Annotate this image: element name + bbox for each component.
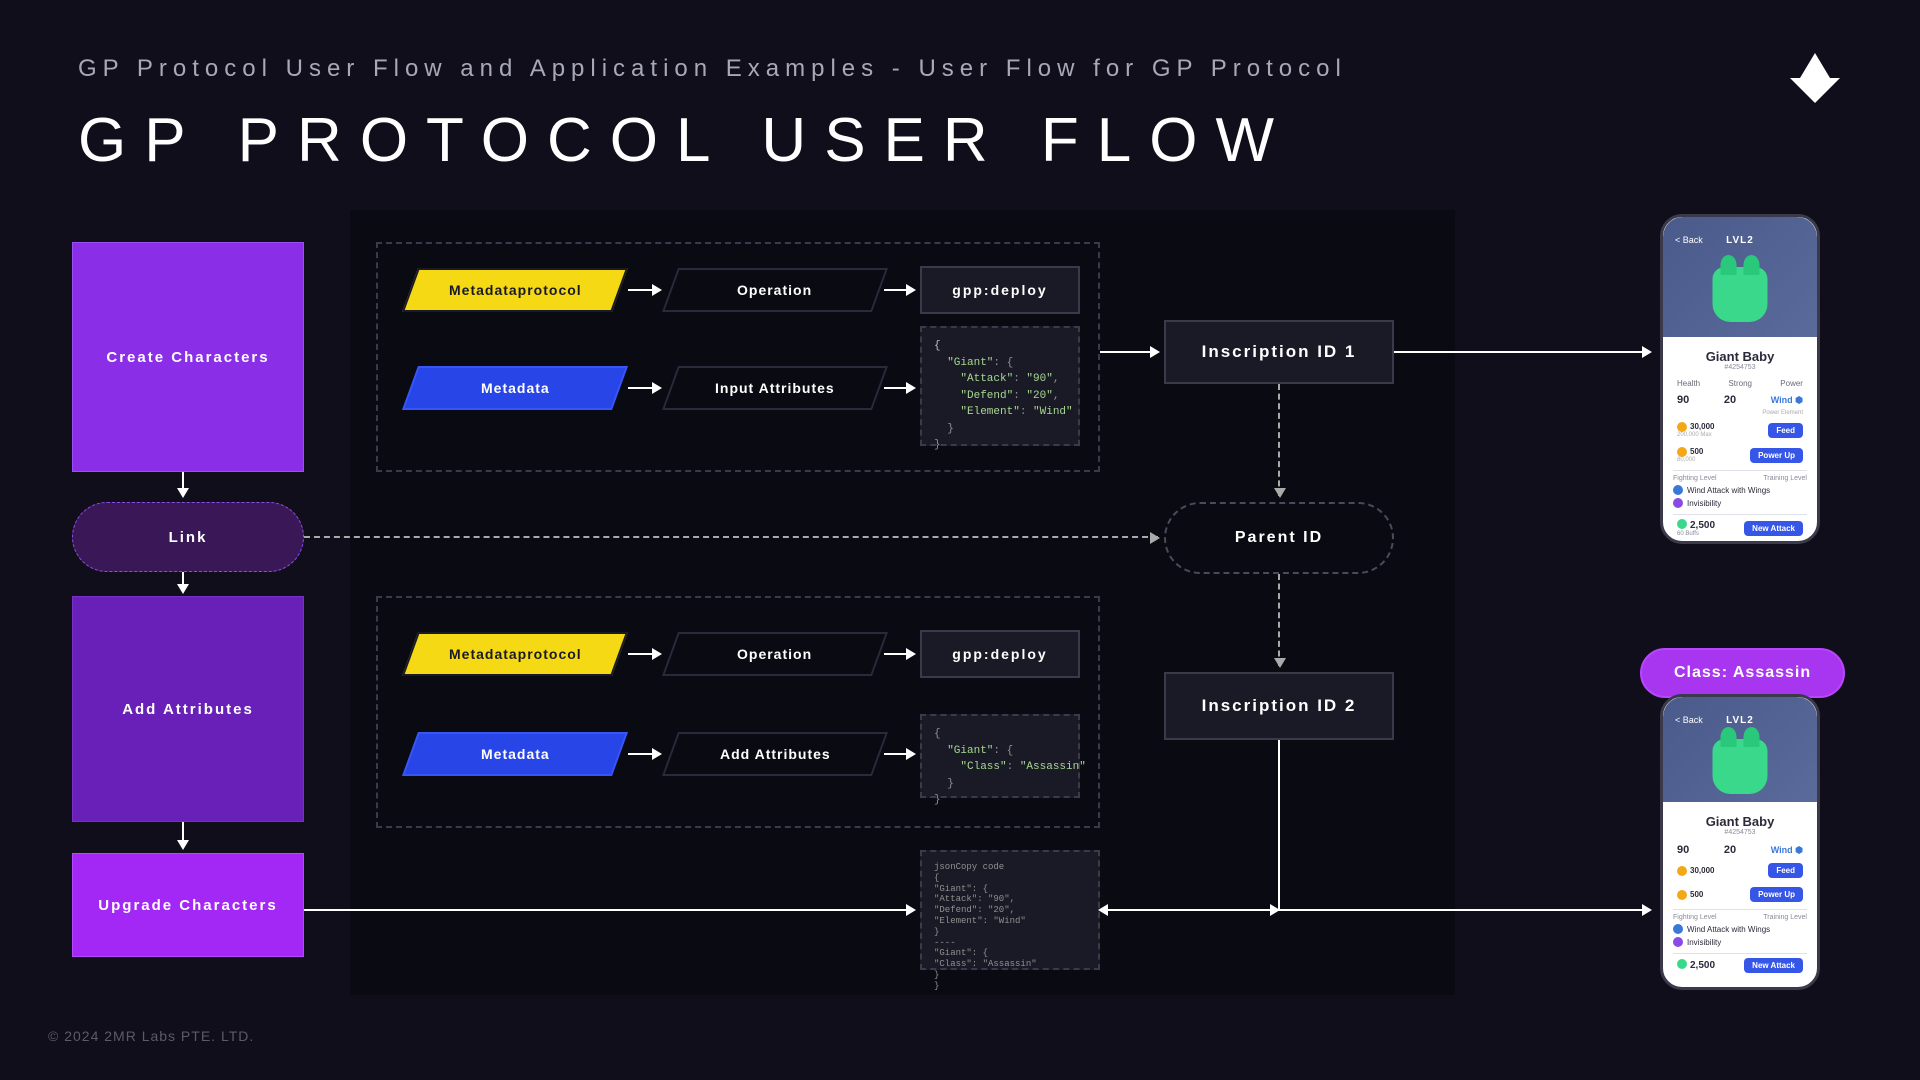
phone-name-2: Giant Baby: [1673, 814, 1807, 829]
inscription-1-label: Inscription ID 1: [1202, 342, 1357, 362]
code-block-1: { "Giant": { "Attack": "90", "Defend": "…: [920, 326, 1080, 446]
phone-skill2-2: Invisibility: [1687, 938, 1721, 947]
metadata-tag-1: Metadata: [402, 366, 628, 410]
inscription-1-box: Inscription ID 1: [1164, 320, 1394, 384]
phone-skill1-1: Wind Attack with Wings: [1687, 486, 1770, 495]
parent-id-label: Parent ID: [1235, 529, 1323, 547]
powerup-button-2: Power Up: [1750, 887, 1803, 902]
add-attributes-box: Add Attributes: [72, 596, 304, 822]
arrow-insc1-parent: [1278, 384, 1280, 496]
input-attrs-tag-1: Input Attributes: [662, 366, 888, 410]
parent-id-pill: Parent ID: [1164, 502, 1394, 574]
create-characters-box: Create Characters: [72, 242, 304, 472]
phone-mockup-2: < Back LVL2 Giant Baby #4254753 90 20 Wi…: [1660, 694, 1820, 990]
operation-label-1: Operation: [737, 282, 812, 298]
metadata-label-1: Metadata: [481, 380, 550, 396]
phone-element-2: Wind: [1771, 845, 1793, 855]
new-attack-button-2: New Attack: [1744, 958, 1803, 973]
phone-skill2-1: Invisibility: [1687, 499, 1721, 508]
code-block-2: { "Giant": { "Class": "Assassin" } }: [920, 714, 1080, 798]
arrow-attrs2-code: [884, 753, 914, 755]
inscription-2-box: Inscription ID 2: [1164, 672, 1394, 740]
upgrade-characters-label: Upgrade Characters: [98, 897, 277, 914]
page-subtitle: GP Protocol User Flow and Application Ex…: [78, 55, 1347, 83]
protocol-tag-2: Metadataprotocol: [402, 632, 628, 676]
class-badge: Class: Assassin: [1640, 648, 1845, 698]
page-title: GP PROTOCOL USER FLOW: [78, 105, 1292, 176]
phone-lvl-2: LVL2: [1726, 715, 1754, 726]
arrow-meta2-attrs: [628, 753, 660, 755]
phone-coin2-2: 500: [1690, 890, 1703, 899]
line-insc2-down: [1278, 740, 1280, 910]
op-value-label-1: gpp:deploy: [952, 282, 1047, 298]
phone-id-2: #4254753: [1673, 829, 1807, 836]
phone-back-1: < Back: [1675, 235, 1703, 245]
merged-code-block: jsonCopy code { "Giant": { "Attack": "90…: [920, 850, 1100, 970]
input-attrs-label-1: Input Attributes: [715, 380, 835, 396]
phone-id-1: #4254753: [1673, 364, 1807, 371]
upgrade-characters-box: Upgrade Characters: [72, 853, 304, 957]
phone-defend-2: 20: [1724, 844, 1736, 856]
operation-tag-2: Operation: [662, 632, 888, 676]
feed-button-2: Feed: [1768, 863, 1803, 878]
phone-defend-1: 20: [1724, 394, 1736, 406]
metadata-tag-2: Metadata: [402, 732, 628, 776]
phone-mockup-1: < Back LVL2 Giant Baby #4254753 HealthSt…: [1660, 214, 1820, 544]
phone-lvl-1: LVL2: [1726, 235, 1754, 246]
phone-element-sub-1: Power Element: [1673, 410, 1807, 416]
class-badge-label: Class: Assassin: [1674, 664, 1811, 681]
phone-coin1-1: 30,000: [1690, 422, 1714, 431]
arrow-link-to-add: [182, 572, 184, 592]
phone-name-1: Giant Baby: [1673, 349, 1807, 364]
new-attack-button-1: New Attack: [1744, 521, 1803, 536]
arrow-proto2-op: [628, 653, 660, 655]
operation-label-2: Operation: [737, 646, 812, 662]
arrow-upgrade-code: [304, 909, 914, 911]
brand-logo: [1780, 48, 1850, 118]
arrow-create-to-link: [182, 472, 184, 496]
copyright: © 2024 2MR Labs PTE. LTD.: [48, 1028, 254, 1044]
arrow-meta1-attrs: [628, 387, 660, 389]
phone-char-icon-2: [1713, 739, 1768, 794]
phone-coin2-1: 500: [1690, 447, 1703, 456]
arrow-add-to-upgrade: [182, 822, 184, 848]
link-pill: Link: [72, 502, 304, 572]
link-label: Link: [169, 529, 208, 546]
protocol-label-2: Metadataprotocol: [449, 646, 582, 662]
create-characters-label: Create Characters: [106, 349, 269, 366]
phone-coin1-2: 30,000: [1690, 866, 1714, 875]
feed-button-1: Feed: [1768, 423, 1803, 438]
arrow-flow1-insc1: [1100, 351, 1158, 353]
phone-element-1: Wind: [1771, 395, 1793, 405]
op-value-label-2: gpp:deploy: [952, 646, 1047, 662]
phone-back-2: < Back: [1675, 715, 1703, 725]
arrow-attrs1-code: [884, 387, 914, 389]
arrow-parent-insc2: [1278, 574, 1280, 666]
metadata-label-2: Metadata: [481, 746, 550, 762]
op-value-2: gpp:deploy: [920, 630, 1080, 678]
add-attributes-label: Add Attributes: [122, 701, 254, 718]
phone-attack-2: 90: [1677, 844, 1689, 856]
phone-char-icon-1: [1713, 267, 1768, 322]
arrow-op2-val: [884, 653, 914, 655]
arrow-insc2-phone2: [1278, 909, 1650, 911]
add-attrs-tag-2: Add Attributes: [662, 732, 888, 776]
arrow-insc1-phone1: [1394, 351, 1650, 353]
phone-attack-1: 90: [1677, 394, 1689, 406]
arrow-op1-val: [884, 289, 914, 291]
add-attrs-label-2: Add Attributes: [720, 746, 831, 762]
arrow-link-parent: [304, 536, 1158, 538]
op-value-1: gpp:deploy: [920, 266, 1080, 314]
phone-stat-labels-1: HealthStrongPower: [1673, 379, 1807, 388]
arrow-proto1-op: [628, 289, 660, 291]
operation-tag-1: Operation: [662, 268, 888, 312]
arrow-insc2-code: [1100, 909, 1278, 911]
powerup-button-1: Power Up: [1750, 448, 1803, 463]
phone-skill1-2: Wind Attack with Wings: [1687, 925, 1770, 934]
protocol-tag-1: Metadataprotocol: [402, 268, 628, 312]
protocol-label-1: Metadataprotocol: [449, 282, 582, 298]
inscription-2-label: Inscription ID 2: [1202, 696, 1357, 716]
